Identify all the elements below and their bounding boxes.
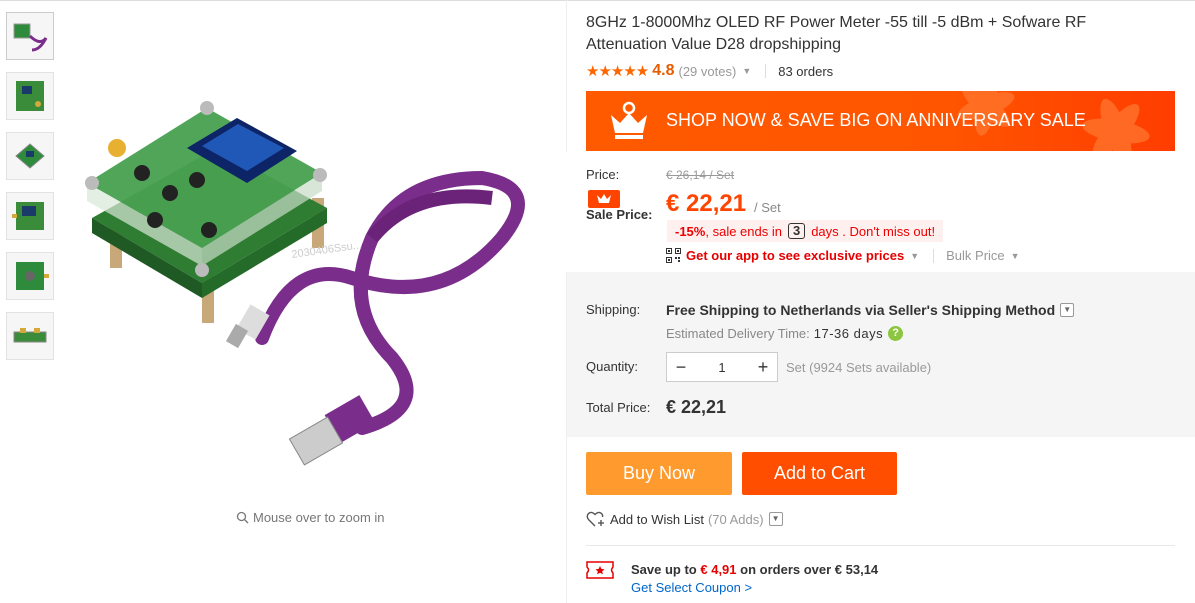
purchase-options-panel bbox=[567, 272, 1195, 437]
separator bbox=[765, 64, 767, 78]
discount-text: , sale ends in bbox=[705, 223, 782, 239]
app-promo-row: Get our app to see exclusive prices ▼ Bu… bbox=[666, 248, 1020, 263]
shipping-method: Free Shipping to Netherlands via Seller'… bbox=[666, 302, 1075, 318]
shipping-label: Shipping: bbox=[586, 302, 641, 317]
search-icon bbox=[236, 511, 249, 524]
wish-count: (70 Adds) bbox=[707, 511, 764, 527]
save-prefix: Save up to bbox=[631, 562, 697, 577]
thumbnail-4[interactable] bbox=[6, 192, 54, 240]
separator bbox=[933, 248, 935, 263]
heart-plus-icon bbox=[586, 511, 604, 527]
sale-price-label: Sale Price: bbox=[586, 207, 653, 222]
chevron-down-icon[interactable]: ▼ bbox=[910, 251, 919, 261]
buy-now-button[interactable]: Buy Now bbox=[586, 452, 732, 495]
wish-list-label: Add to Wish List bbox=[610, 511, 704, 527]
chevron-down-icon[interactable]: ▼ bbox=[742, 66, 751, 76]
zoom-hint: Mouse over to zoom in bbox=[236, 510, 385, 525]
anniversary-sale-banner[interactable]: SHOP NOW & SAVE BIG ON ANNIVERSARY SALE bbox=[586, 91, 1175, 151]
discount-tail: days . Don't miss out! bbox=[811, 223, 936, 239]
discount-percent: -15% bbox=[675, 223, 706, 239]
save-amount: € 4,91 bbox=[700, 562, 737, 577]
board-thumbnail-icon bbox=[15, 143, 45, 169]
decrement-button[interactable]: − bbox=[667, 353, 695, 381]
price-label: Price: bbox=[586, 167, 620, 182]
thumbnail-1[interactable] bbox=[6, 12, 54, 60]
rating-value[interactable]: 4.8 bbox=[652, 62, 674, 80]
delivery-label: Estimated Delivery Time: bbox=[666, 326, 810, 341]
get-coupon-link[interactable]: Get Select Coupon > bbox=[631, 580, 752, 595]
main-product-image[interactable]: 2030406Ssu... bbox=[62, 8, 562, 503]
qr-code-icon bbox=[666, 248, 681, 263]
sale-crown-icon bbox=[588, 190, 620, 208]
top-border bbox=[0, 0, 1195, 1]
quantity-label: Quantity: bbox=[586, 359, 639, 374]
thumbnail-6[interactable] bbox=[6, 312, 54, 360]
wish-dropdown-icon[interactable]: ▼ bbox=[768, 512, 783, 526]
board-thumbnail-icon bbox=[13, 328, 47, 343]
quantity-input[interactable] bbox=[695, 358, 749, 376]
wish-list-button[interactable]: Add to Wish List (70 Adds) ▼ bbox=[586, 510, 783, 528]
delivery-days: 17-36 days bbox=[813, 326, 884, 341]
stock-available: Set (9924 Sets available) bbox=[786, 360, 932, 375]
zoom-hint-text: Mouse over to zoom in bbox=[253, 510, 385, 525]
app-promo-link[interactable]: Get our app to see exclusive prices bbox=[686, 248, 904, 263]
sale-price: € 22,21 bbox=[666, 190, 747, 217]
shipping-text: Free Shipping to Netherlands via Seller'… bbox=[666, 302, 1056, 318]
image-watermark: 2030406Ssu... bbox=[291, 239, 363, 261]
votes-count[interactable]: (29 votes) bbox=[679, 64, 737, 79]
total-price: € 22,21 bbox=[666, 397, 727, 417]
product-image-illustration: 2030406Ssu... bbox=[85, 101, 525, 466]
thumbnail-3[interactable] bbox=[6, 132, 54, 180]
thumbnail-2[interactable] bbox=[6, 72, 54, 120]
chevron-down-icon[interactable]: ▼ bbox=[1011, 251, 1020, 261]
rating-stars-icon[interactable]: ★★★★★ bbox=[586, 62, 649, 80]
shipping-dropdown-icon[interactable]: ▼ bbox=[1060, 303, 1075, 317]
divider bbox=[586, 545, 1175, 546]
delivery-estimate: Estimated Delivery Time: 17-36 days ? bbox=[666, 326, 904, 341]
thumbnail-5[interactable] bbox=[6, 252, 54, 300]
board-thumbnail-icon bbox=[16, 262, 49, 290]
save-suffix: on orders over € 53,14 bbox=[740, 562, 879, 577]
original-price: € 26,14 / Set bbox=[666, 168, 735, 182]
product-thumbnail-icon bbox=[13, 23, 48, 52]
coupon-icon bbox=[586, 561, 614, 579]
total-price-label: Total Price: bbox=[586, 400, 651, 415]
increment-button[interactable]: + bbox=[749, 353, 777, 381]
add-to-cart-button[interactable]: Add to Cart bbox=[742, 452, 897, 495]
product-title: 8GHz 1-8000Mhz OLED RF Power Meter -55 t… bbox=[586, 14, 1087, 53]
days-counter: 3 bbox=[787, 223, 806, 239]
quantity-stepper: − + bbox=[666, 352, 778, 382]
help-icon[interactable]: ? bbox=[888, 326, 904, 341]
board-thumbnail-icon bbox=[16, 81, 44, 111]
thumbnail-list bbox=[6, 12, 56, 372]
price-section: Price: € 26,14 / Set Sale Price: € 22,21… bbox=[566, 152, 1175, 272]
rating-row: ★★★★★ 4.8 (29 votes) ▼ 83 orders bbox=[586, 62, 833, 80]
crown-icon bbox=[611, 101, 647, 139]
discount-notice: -15% , sale ends in 3 days . Don't miss … bbox=[667, 220, 944, 242]
board-thumbnail-icon bbox=[12, 202, 44, 230]
bulk-price-link[interactable]: Bulk Price bbox=[946, 248, 1005, 263]
per-unit: / Set bbox=[754, 200, 781, 215]
banner-text: SHOP NOW & SAVE BIG ON ANNIVERSARY SALE bbox=[666, 110, 1086, 130]
coupon-offer: Save up to € 4,91 on orders over € 53,14 bbox=[631, 562, 878, 577]
orders-count: 83 orders bbox=[778, 63, 834, 79]
